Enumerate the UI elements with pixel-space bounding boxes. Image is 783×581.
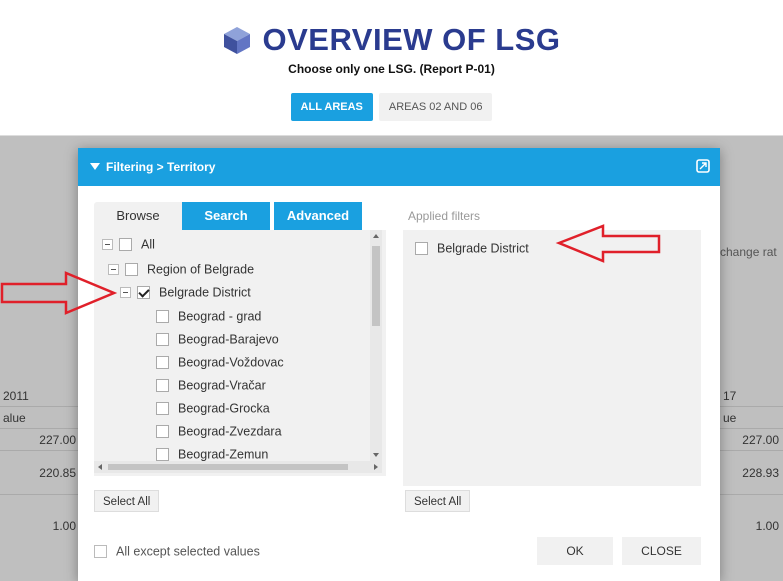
tree-checkbox[interactable] (156, 448, 169, 462)
tree-item-label: Beograd-Barajevo (178, 332, 279, 347)
tree-item[interactable]: Beograd-Grocka (156, 398, 270, 418)
tree-checkbox[interactable] (156, 379, 169, 393)
tree-vertical-scrollbar[interactable] (370, 230, 382, 461)
close-button[interactable]: CLOSE (622, 537, 701, 565)
tree-item-label: Beograd - grad (178, 309, 262, 324)
tree-item-label: All (141, 237, 155, 252)
scroll-up-icon[interactable] (373, 234, 379, 238)
tree-checkbox[interactable] (156, 425, 169, 439)
table-year: 2011 (0, 385, 80, 407)
tab-advanced[interactable]: Advanced (274, 202, 362, 230)
table-cell: 227.00 (0, 429, 80, 451)
tree-item-label: Beograd-Vračar (178, 378, 266, 393)
tree-checkbox-checked[interactable] (137, 286, 150, 300)
table-cell: 1.00 (755, 519, 779, 533)
tree-item[interactable]: Beograd-Vračar (156, 375, 266, 395)
dialog-tabs: Browse Search Advanced (94, 202, 362, 230)
tree-item-label: Belgrade District (159, 285, 251, 300)
applied-filter-checkbox[interactable] (415, 242, 428, 256)
cube-icon (224, 27, 251, 54)
area-tabs: ALL AREAS AREAS 02 AND 06 (0, 93, 783, 121)
annotation-arrow-left-icon (555, 224, 661, 263)
tab-areas-02-06[interactable]: AREAS 02 AND 06 (378, 93, 493, 121)
tree-item-label: Beograd-Voždovac (178, 355, 284, 370)
table-cell: 227.00 (720, 429, 783, 451)
tree-item-belgrade-district[interactable]: Belgrade District (120, 282, 251, 302)
dialog-header: Filtering > Territory (78, 148, 720, 186)
tree-item[interactable]: Beograd-Zvezdara (156, 421, 282, 441)
dialog-title: Filtering > Territory (106, 160, 216, 174)
page-header: OVERVIEW OF LSG Choose only one LSG. (Re… (0, 0, 783, 136)
tab-all-areas[interactable]: ALL AREAS (290, 93, 373, 121)
tree-checkbox[interactable] (119, 238, 132, 252)
table-cell: 220.85 (0, 451, 80, 495)
tree-checkbox[interactable] (156, 402, 169, 416)
tab-browse[interactable]: Browse (94, 202, 182, 230)
tree-item-label: Region of Belgrade (147, 262, 255, 277)
tree-item-label: Beograd-Zvezdara (178, 424, 282, 439)
tree-item-label: Beograd-Zemun (178, 447, 269, 462)
ok-button[interactable]: OK (537, 537, 613, 565)
page-title: OVERVIEW OF LSG (262, 22, 561, 57)
dialog-title-wrap: Filtering > Territory (90, 148, 215, 186)
applied-filter-item[interactable]: Belgrade District (415, 238, 529, 258)
tab-search[interactable]: Search (182, 202, 270, 230)
except-selected-checkbox[interactable] (94, 545, 107, 559)
collapse-icon[interactable] (120, 287, 131, 299)
applied-filters-list: Belgrade District (403, 230, 701, 486)
background-table-left: 2011 alue 227.00 220.85 1.00 (0, 385, 80, 557)
tree-item[interactable]: Beograd-Voždovac (156, 352, 284, 372)
territory-tree: All Region of Belgrade Belgrade District… (94, 230, 386, 476)
table-cell: 1.00 (52, 519, 76, 533)
tree-horizontal-scrollbar[interactable] (94, 461, 382, 473)
table-header: alue (0, 407, 80, 429)
except-selected-label: All except selected values (116, 544, 260, 559)
table-year: 17 (720, 385, 783, 407)
tree-checkbox[interactable] (156, 356, 169, 370)
expand-icon[interactable] (696, 159, 710, 173)
scroll-right-icon[interactable] (374, 464, 378, 470)
tree-item-all[interactable]: All (102, 234, 155, 254)
background-change-label: change rat (720, 245, 777, 259)
applied-filters-label: Applied filters (408, 209, 481, 223)
select-all-button-tree[interactable]: Select All (94, 490, 160, 512)
tree-item[interactable]: Beograd - grad (156, 306, 261, 326)
scroll-thumb[interactable] (372, 246, 380, 326)
except-selected-option[interactable]: All except selected values (94, 541, 260, 561)
tree-checkbox[interactable] (156, 310, 169, 324)
scroll-thumb[interactable] (108, 464, 348, 470)
collapse-icon[interactable] (102, 239, 113, 251)
title-row: OVERVIEW OF LSG (0, 22, 783, 58)
table-header: ue (720, 407, 783, 429)
annotation-arrow-right-icon (0, 271, 118, 315)
applied-filter-label: Belgrade District (437, 241, 529, 256)
tree-checkbox[interactable] (125, 263, 138, 277)
page-subtitle: Choose only one LSG. (Report P-01) (288, 62, 495, 76)
scroll-left-icon[interactable] (98, 464, 102, 470)
funnel-icon (90, 163, 100, 171)
table-cell: 228.93 (720, 451, 783, 495)
select-all-button-applied[interactable]: Select All (405, 490, 471, 512)
tree-item-label: Beograd-Grocka (178, 401, 270, 416)
tree-item-region-of-belgrade[interactable]: Region of Belgrade (108, 259, 254, 279)
filter-dialog: Filtering > Territory Browse Search Advanc… (78, 148, 720, 581)
scroll-down-icon[interactable] (373, 453, 379, 457)
tree-checkbox[interactable] (156, 333, 169, 347)
background-table-right: 17 ue 227.00 228.93 1.00 (720, 385, 783, 557)
tree-item[interactable]: Beograd-Barajevo (156, 329, 279, 349)
